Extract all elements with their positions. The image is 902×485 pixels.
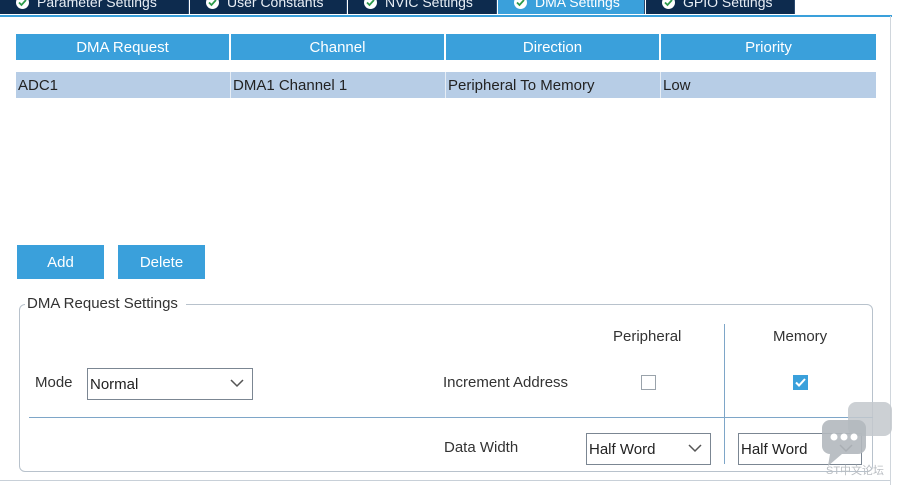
tab-bar: Parameter Settings User Constants NVIC S… [0, 0, 902, 16]
mode-label: Mode [35, 374, 73, 391]
tab-nvic-settings[interactable]: NVIC Settings [348, 0, 497, 14]
column-header-priority[interactable]: Priority [661, 34, 876, 60]
tab-label: NVIC Settings [385, 0, 473, 10]
group-legend: DMA Request Settings [25, 295, 186, 312]
memory-header: Memory [773, 328, 828, 345]
tab-dma-settings[interactable]: DMA Settings [498, 0, 645, 14]
column-header-direction[interactable]: Direction [446, 34, 661, 60]
tab-label: DMA Settings [535, 0, 620, 10]
cell-dma-request[interactable]: ADC1 [16, 72, 231, 98]
peripheral-header: Peripheral [613, 328, 682, 345]
column-header-dma-request[interactable]: DMA Request [16, 34, 231, 60]
tab-label: GPIO Settings [683, 0, 773, 10]
dma-request-table: DMA Request Channel Direction Priority A… [16, 34, 876, 98]
increment-address-label: Increment Address [443, 374, 569, 391]
cell-direction[interactable]: Peripheral To Memory [446, 72, 661, 98]
increment-peripheral-checkbox[interactable] [641, 375, 656, 390]
check-circle-icon [364, 0, 377, 9]
mode-select[interactable]: Normal [87, 368, 253, 400]
tab-gpio-settings[interactable]: GPIO Settings [646, 0, 795, 14]
check-circle-icon [514, 0, 527, 9]
checkmark-icon [795, 378, 806, 387]
column-divider [724, 324, 725, 464]
tab-label: Parameter Settings [37, 0, 157, 10]
data-width-label: Data Width [444, 439, 519, 456]
data-width-peripheral-select[interactable]: Half Word [586, 433, 711, 465]
delete-button[interactable]: Delete [118, 245, 205, 279]
tab-label: User Constants [227, 0, 324, 10]
check-circle-icon [16, 0, 29, 9]
cell-priority[interactable]: Low [661, 72, 876, 98]
tab-underline [0, 15, 892, 17]
table-header: DMA Request Channel Direction Priority [16, 34, 876, 60]
table-row[interactable]: ADC1 DMA1 Channel 1 Peripheral To Memory… [16, 72, 876, 98]
row-divider [29, 417, 873, 418]
panel-bottom-border [0, 480, 890, 481]
data-width-memory-value: Half Word [741, 440, 808, 458]
watermark-text: ST中文论坛 [826, 465, 885, 477]
tab-parameter-settings[interactable]: Parameter Settings [0, 0, 189, 14]
chevron-down-icon [230, 379, 244, 388]
column-header-channel[interactable]: Channel [231, 34, 446, 60]
mode-value: Normal [90, 375, 139, 393]
check-circle-icon [662, 0, 675, 9]
cell-channel[interactable]: DMA1 Channel 1 [231, 72, 446, 98]
check-circle-icon [206, 0, 219, 9]
data-width-peripheral-value: Half Word [589, 440, 656, 458]
chevron-down-icon [688, 444, 702, 453]
tab-user-constants[interactable]: User Constants [190, 0, 347, 14]
add-button[interactable]: Add [17, 245, 104, 279]
increment-memory-checkbox[interactable] [793, 375, 808, 390]
